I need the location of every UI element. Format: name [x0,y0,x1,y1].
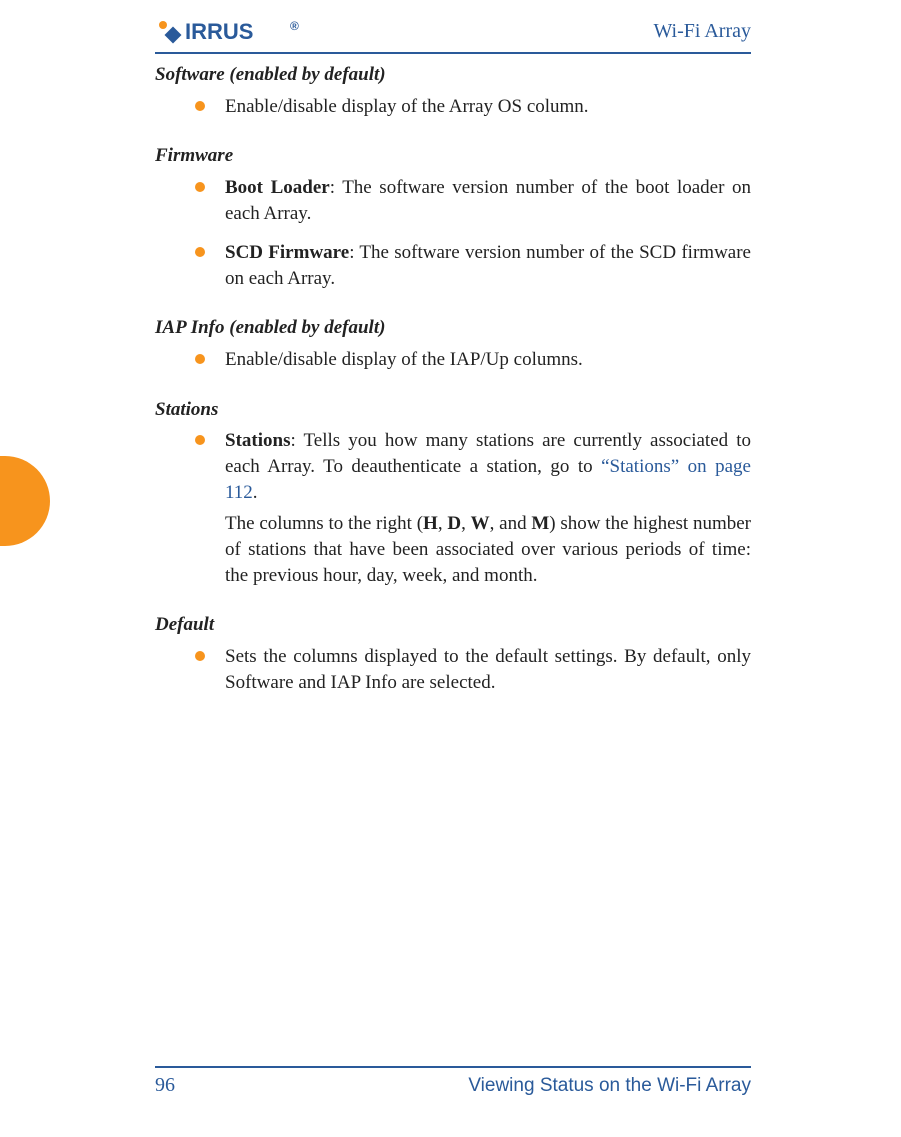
heading-firmware: Firmware [155,143,751,169]
document-page: IRRUS ® Wi-Fi Array Software (enabled by… [0,0,901,1137]
xirrus-logo-icon: IRRUS ® [155,18,305,44]
svg-text:®: ® [290,19,299,33]
col-d: D [447,513,461,534]
footer-chapter: Viewing Status on the Wi-Fi Array [468,1075,751,1097]
stations-columns-para: The columns to the right (H, D, W, and M… [225,511,751,588]
body-content: Software (enabled by default) Enable/dis… [155,62,751,709]
heading-iap: IAP Info (enabled by default) [155,315,751,341]
sep1: , [438,513,448,534]
page-header: IRRUS ® Wi-Fi Array [155,18,751,54]
svg-text:IRRUS: IRRUS [185,19,253,44]
para-pre: The columns to the right ( [225,513,423,534]
heading-default: Default [155,612,751,638]
scd-firmware-label: SCD Firmware [225,242,349,263]
col-h: H [423,513,438,534]
brand-logo: IRRUS ® [155,18,305,44]
stations-label: Stations [225,430,290,451]
bullet-stations: Stations: Tells you how many stations ar… [195,428,751,588]
sep2: , [461,513,471,534]
bullet-software-item: Enable/disable display of the Array OS c… [195,94,751,120]
bullet-iap-item: Enable/disable display of the IAP/Up col… [195,347,751,373]
boot-loader-label: Boot Loader [225,177,330,198]
page-number: 96 [155,1074,175,1097]
bullet-scd-firmware: SCD Firmware: The software version numbe… [195,240,751,291]
stations-period: . [253,482,258,503]
section-tab-icon [0,456,50,546]
header-title: Wi-Fi Array [653,20,751,43]
page-footer: 96 Viewing Status on the Wi-Fi Array [155,1066,751,1097]
heading-software: Software (enabled by default) [155,62,751,88]
col-m: M [531,513,549,534]
col-w: W [471,513,490,534]
bullet-boot-loader: Boot Loader: The software version number… [195,175,751,226]
sep3: , and [490,513,532,534]
heading-stations: Stations [155,397,751,423]
bullet-default-item: Sets the columns displayed to the defaul… [195,644,751,695]
